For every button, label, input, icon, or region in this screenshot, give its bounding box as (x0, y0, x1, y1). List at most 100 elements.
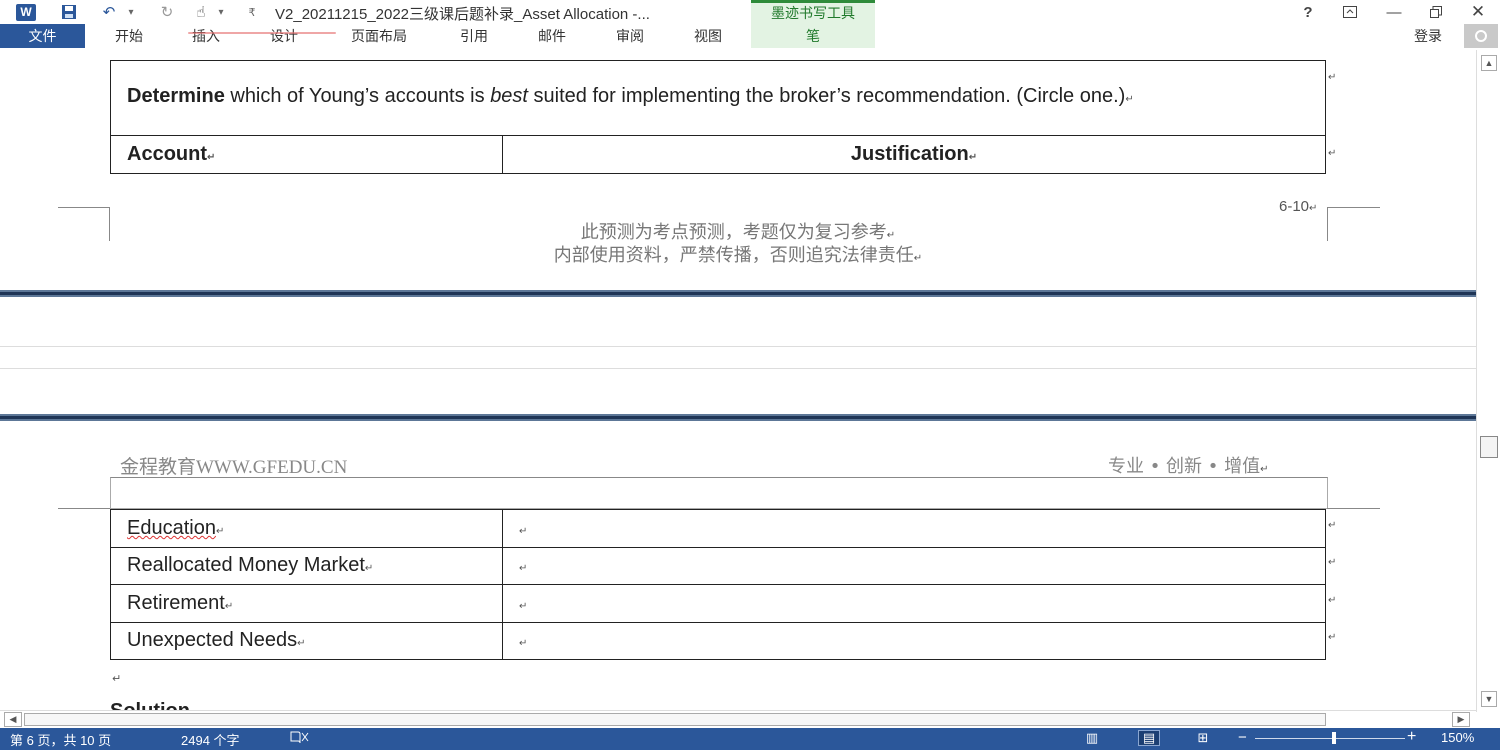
account-name: Education (127, 516, 216, 539)
tab-page-layout[interactable]: 页面布局 (340, 24, 418, 48)
paragraph-mark: ↵ (913, 253, 923, 264)
touch-mode-dropdown-icon[interactable]: ▾ (214, 2, 228, 22)
tab-review[interactable]: 审阅 (606, 24, 654, 48)
proofing-icon[interactable] (290, 730, 310, 747)
question-text-2: suited for implementing the broker’s rec… (528, 85, 1126, 107)
justification-cell[interactable]: ↵ (502, 546, 1326, 585)
tab-view[interactable]: 视图 (684, 24, 732, 48)
page-header-right-text: 专业 • 创新 • 增值 (1108, 456, 1261, 477)
customize-qat-icon[interactable]: ₹ (244, 2, 260, 22)
table-row: Reallocated Money Market↵ ↵ (110, 546, 1326, 585)
ink-underline-stroke (188, 32, 336, 34)
column-header-account[interactable]: Account↵ (110, 135, 503, 174)
paragraph-mark: ↵ (364, 563, 374, 575)
undo-dropdown-icon[interactable]: ▾ (124, 2, 138, 22)
paragraph-mark: ↵ (519, 638, 528, 650)
help-button[interactable]: ? (1292, 0, 1324, 24)
account-name: Reallocated Money Market (127, 554, 365, 577)
column-header-justification[interactable]: Justification↵ (502, 135, 1326, 174)
page-break-band (0, 290, 1476, 297)
document-canvas[interactable]: Determine which of Young’s accounts is b… (0, 50, 1476, 710)
zoom-slider-thumb[interactable] (1332, 732, 1336, 744)
account-cell[interactable]: Education↵ (110, 509, 503, 548)
crop-mark (1327, 508, 1380, 509)
scroll-up-icon[interactable]: ▲ (1481, 55, 1497, 71)
read-mode-icon[interactable]: ▥ (1081, 730, 1103, 746)
tab-pen[interactable]: 笔 (751, 24, 875, 48)
page-number-text: 6-10 (1279, 198, 1310, 215)
scroll-right-icon[interactable]: ▶ (1452, 712, 1470, 727)
word-count[interactable]: 2494 个字 (181, 730, 240, 749)
zoom-level[interactable]: 150% (1441, 730, 1474, 745)
footer-disclaimer-2-text: 内部使用资料，严禁传播，否则追究法律责任 (553, 245, 914, 266)
tab-home[interactable]: 开始 (105, 24, 153, 48)
ribbon-display-options-button[interactable] (1334, 0, 1366, 24)
column-header-justification-text: Justification (850, 143, 969, 165)
contextual-group-label: 墨迹书写工具 (771, 5, 855, 21)
page-indicator[interactable]: 第 6 页，共 10 页 (10, 730, 111, 749)
print-layout-icon[interactable]: ▤ (1138, 730, 1160, 746)
paragraph-mark: ↵ (112, 673, 122, 685)
account-cell[interactable]: Reallocated Money Market↵ (110, 546, 503, 585)
zoom-slider[interactable] (1255, 738, 1405, 739)
solution-heading-partial: Solution (110, 700, 190, 710)
scroll-down-icon[interactable]: ▼ (1481, 691, 1497, 707)
tab-file[interactable]: 文件 (0, 24, 85, 48)
question-bold-text: Determine (127, 85, 225, 107)
restore-button[interactable] (1420, 0, 1452, 24)
paragraph-mark: ↵ (207, 152, 216, 163)
paragraph-mark: ↵ (519, 525, 528, 537)
title-bar: W ↶ ▾ ↻ ☝ ▾ ₹ V2_20211215_2022三级课后题补录_As… (0, 0, 1500, 24)
touch-mode-icon[interactable]: ☝ (190, 2, 212, 22)
paragraph-mark: ↵ (1260, 464, 1269, 475)
accounts-table: Education↵ ↵ Reallocated Money Market↵ ↵… (110, 509, 1326, 660)
paragraph-mark: ↵ (297, 638, 306, 650)
question-italic-text: best (490, 85, 528, 107)
question-cell[interactable]: Determine which of Young’s accounts is b… (110, 60, 1326, 136)
page-number: 6-10↵ (1279, 198, 1317, 215)
table-row: Retirement↵ ↵ (110, 584, 1326, 623)
zoom-in-button[interactable]: + (1407, 728, 1416, 746)
word-app-icon[interactable]: W (14, 2, 38, 22)
paragraph-mark: ↵ (519, 563, 528, 575)
account-cell[interactable]: Unexpected Needs↵ (110, 621, 503, 660)
paragraph-mark: ↵ (1309, 203, 1318, 214)
contextual-tab-group-ink-tools: 墨迹书写工具 (751, 0, 875, 24)
zoom-out-button[interactable]: − (1238, 729, 1247, 746)
minimize-button[interactable]: — (1378, 0, 1410, 24)
save-icon[interactable] (58, 2, 80, 22)
justification-cell[interactable]: ↵ (502, 621, 1326, 660)
account-cell[interactable]: Retirement↵ (110, 584, 503, 623)
tab-references[interactable]: 引用 (450, 24, 498, 48)
tab-mailings[interactable]: 邮件 (528, 24, 576, 48)
justification-cell[interactable]: ↵ (502, 584, 1326, 623)
header-box (110, 477, 1328, 509)
sign-in-link[interactable]: 登录 (1414, 26, 1442, 46)
vertical-scroll-thumb[interactable] (1480, 436, 1498, 458)
account-name: Unexpected Needs (127, 629, 298, 652)
table-row: Education↵ ↵ (110, 509, 1326, 548)
paragraph-mark: ↵ (215, 525, 225, 537)
paragraph-mark: ↵ (968, 152, 978, 163)
close-button[interactable]: ✕ (1462, 0, 1494, 24)
redo-icon[interactable]: ↻ (156, 2, 178, 22)
justification-cell[interactable]: ↵ (502, 509, 1326, 548)
tab-insert[interactable]: 插入 (182, 24, 230, 48)
ribbon-tabs: 文件 开始 插入 设计 页面布局 引用 邮件 审阅 视图 笔 登录 (0, 24, 1500, 50)
page-break-band (0, 414, 1476, 421)
undo-icon[interactable]: ↶ (98, 2, 120, 22)
row-end-mark: ↵ (1328, 632, 1337, 643)
tab-design[interactable]: 设计 (260, 24, 308, 48)
web-layout-icon[interactable]: ⊞ (1192, 730, 1214, 746)
status-bar: 第 6 页，共 10 页 2494 个字 ▥ ▤ ⊞ − + 150% (0, 728, 1500, 750)
document-title: V2_20211215_2022三级课后题补录_Asset Allocation… (275, 6, 650, 23)
column-header-account-text: Account (127, 143, 207, 165)
paragraph-mark: ↵ (224, 600, 234, 612)
horizontal-scrollbar[interactable]: ◀ ▶ (0, 710, 1476, 728)
scroll-left-icon[interactable]: ◀ (4, 712, 22, 727)
horizontal-scroll-thumb[interactable] (24, 713, 1326, 726)
row-end-mark: ↵ (1328, 557, 1337, 568)
vertical-scrollbar[interactable]: ▲ ▼ (1476, 50, 1500, 712)
avatar[interactable] (1464, 24, 1498, 48)
divider (0, 368, 1476, 369)
